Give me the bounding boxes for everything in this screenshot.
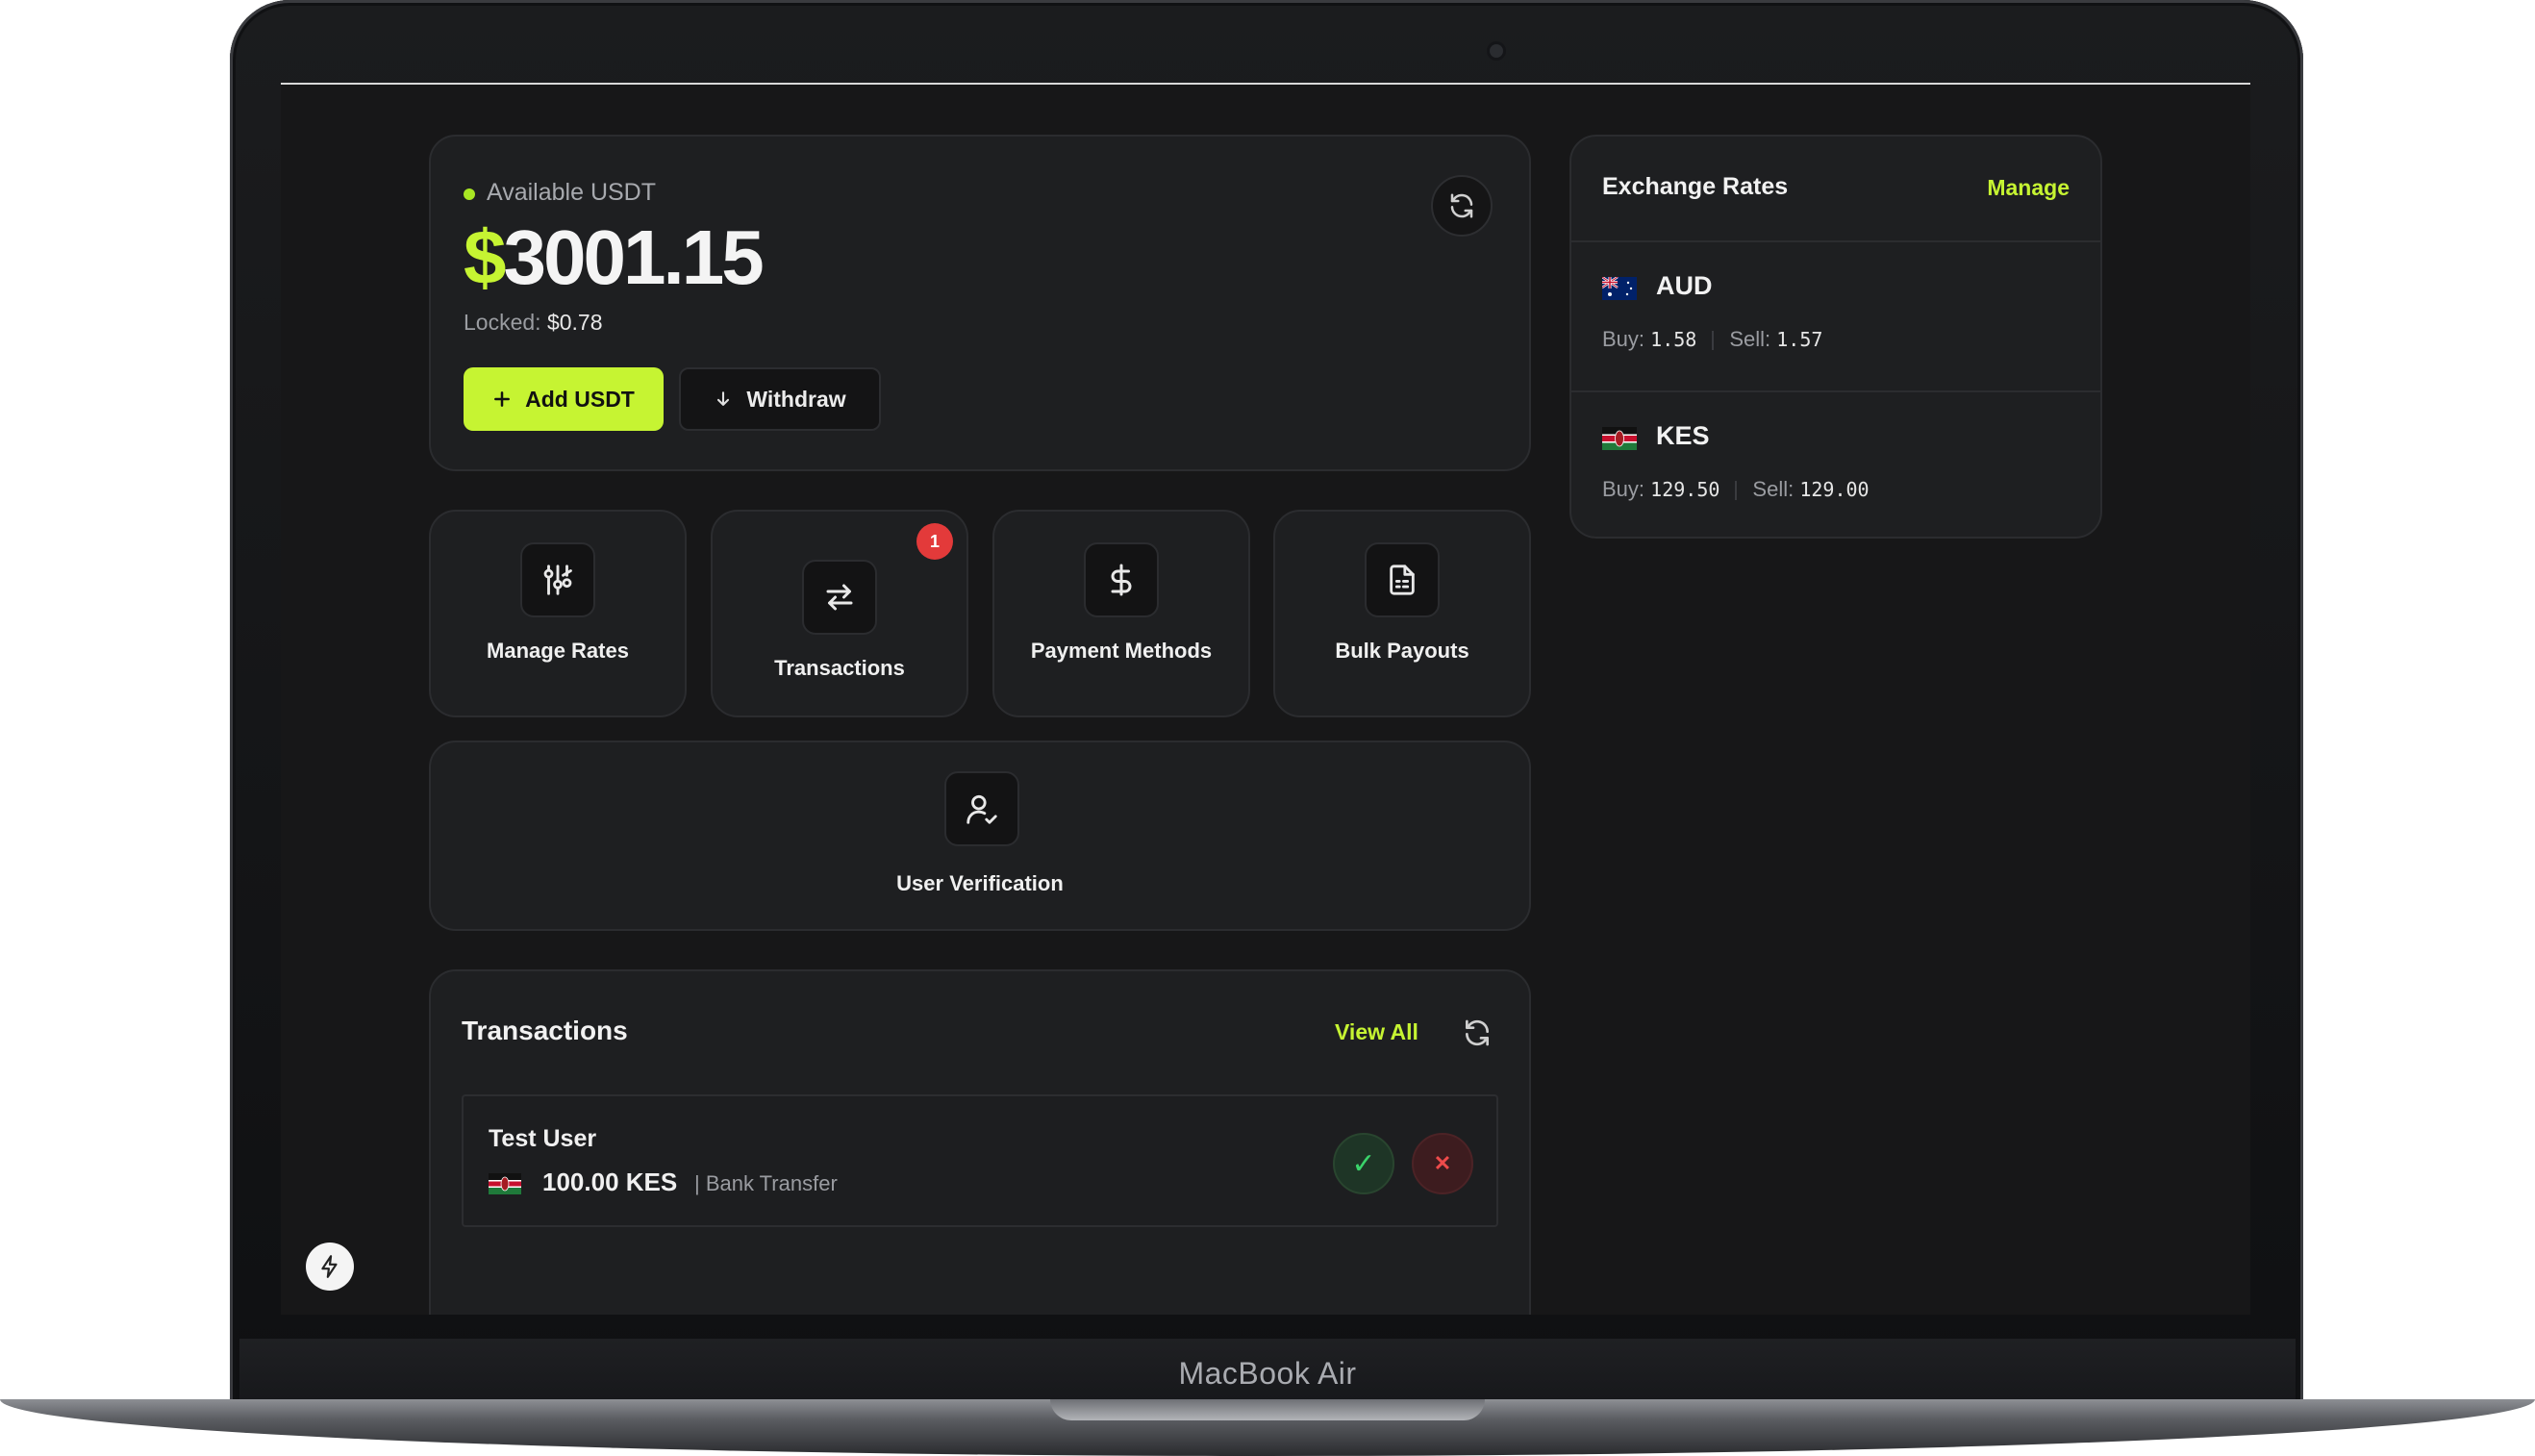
plus-icon — [494, 391, 511, 407]
tile-label: Transactions — [774, 656, 905, 680]
arrow-down-icon — [717, 391, 730, 406]
locked-label: Locked: — [464, 310, 541, 335]
tile-label: Payment Methods — [1030, 639, 1213, 663]
tile-label: Manage Rates — [487, 639, 629, 663]
sell-label: Sell: — [1752, 477, 1795, 501]
approve-button[interactable]: ✓ — [1333, 1133, 1394, 1194]
exchange-rates-card: Exchange Rates Manage AUD Buy: 1.58 Sell:… — [1569, 135, 2102, 539]
manage-rates-link[interactable]: Manage — [1987, 175, 2070, 201]
currency-symbol: $ — [464, 214, 506, 300]
tile-transactions[interactable]: 1 Transactions — [711, 510, 968, 717]
add-usdt-button[interactable]: Add USDT — [464, 367, 664, 431]
app-screen: Available USDT $3001.15 Locked: $0.78 Ad… — [281, 83, 2250, 1315]
rates-icon — [520, 542, 595, 617]
tile-bulk-payouts[interactable]: Bulk Payouts — [1273, 510, 1531, 717]
transaction-user-name: Test User — [489, 1125, 597, 1152]
sell-value: 129.00 — [1799, 478, 1870, 501]
divider — [1712, 331, 1715, 351]
dollar-icon — [1084, 542, 1159, 617]
locked-value: $0.78 — [546, 310, 603, 335]
transaction-amount: 100.00 KES — [542, 1167, 678, 1196]
buy-label: Buy: — [1602, 477, 1645, 501]
transaction-method: | Bank Transfer — [694, 1171, 838, 1195]
rate-row-aud: AUD Buy: 1.58 Sell: 1.57 — [1571, 242, 2100, 392]
quick-action-button[interactable] — [306, 1243, 354, 1291]
user-check-icon — [944, 771, 1019, 846]
kenya-flag-icon — [1602, 427, 1637, 450]
sell-value: 1.57 — [1776, 328, 1823, 351]
australia-flag-icon — [1602, 277, 1637, 300]
view-all-link[interactable]: View All — [1335, 1019, 1418, 1045]
balance-amount: $3001.15 — [464, 213, 765, 302]
withdraw-label: Withdraw — [746, 386, 846, 412]
kenya-flag-icon — [489, 1173, 521, 1194]
transactions-card: Transactions View All Test User 100.00 K… — [429, 969, 1531, 1315]
rate-row-kes: KES Buy: 129.50 Sell: 129.00 — [1571, 392, 2100, 540]
tile-label: User Verification — [896, 871, 1064, 895]
tile-manage-rates[interactable]: Manage Rates — [429, 510, 687, 717]
refresh-balance-button[interactable] — [1431, 175, 1493, 237]
currency-code: AUD — [1656, 271, 1713, 300]
swap-arrows-icon — [802, 560, 877, 635]
sell-label: Sell: — [1729, 327, 1771, 351]
withdraw-button[interactable]: Withdraw — [679, 367, 881, 431]
camera-dot — [1490, 44, 1503, 58]
lightning-icon — [321, 1255, 338, 1278]
refresh-transactions-button[interactable] — [1458, 1014, 1496, 1052]
document-icon — [1365, 542, 1440, 617]
refresh-icon — [1450, 193, 1473, 218]
reject-button[interactable]: ✕ — [1412, 1133, 1473, 1194]
divider — [1735, 481, 1738, 501]
balance-card: Available USDT $3001.15 Locked: $0.78 Ad… — [429, 135, 1531, 471]
screen-top-border — [281, 83, 2250, 85]
notification-badge: 1 — [916, 523, 953, 560]
buy-label: Buy: — [1602, 327, 1645, 351]
rate-values: Buy: 129.50 Sell: 129.00 — [1602, 477, 1870, 502]
exchange-rates-title: Exchange Rates — [1602, 173, 1789, 200]
buy-value: 1.58 — [1650, 328, 1697, 351]
transaction-row[interactable]: Test User 100.00 KES | Bank Transfer ✓ ✕ — [462, 1094, 1498, 1227]
buy-value: 129.50 — [1650, 478, 1720, 501]
transactions-title: Transactions — [462, 1016, 628, 1045]
tile-label: Bulk Payouts — [1335, 639, 1469, 663]
laptop-notch — [1050, 1399, 1485, 1420]
locked-balance: Locked: $0.78 — [464, 310, 603, 336]
currency-code: KES — [1656, 421, 1710, 450]
rate-values: Buy: 1.58 Sell: 1.57 — [1602, 327, 1822, 352]
device-model-label: MacBook Air — [1178, 1356, 1357, 1391]
exchange-rates-header: Exchange Rates Manage — [1571, 137, 2100, 242]
check-icon: ✓ — [1351, 1147, 1376, 1180]
tile-payment-methods[interactable]: Payment Methods — [992, 510, 1250, 717]
refresh-icon — [1466, 1019, 1489, 1046]
close-icon: ✕ — [1433, 1151, 1452, 1175]
balance-value: 3001.15 — [503, 214, 765, 300]
add-usdt-label: Add USDT — [525, 386, 635, 412]
available-label: Available USDT — [487, 179, 657, 206]
tile-user-verification[interactable]: User Verification — [429, 741, 1531, 931]
status-dot — [464, 188, 475, 200]
